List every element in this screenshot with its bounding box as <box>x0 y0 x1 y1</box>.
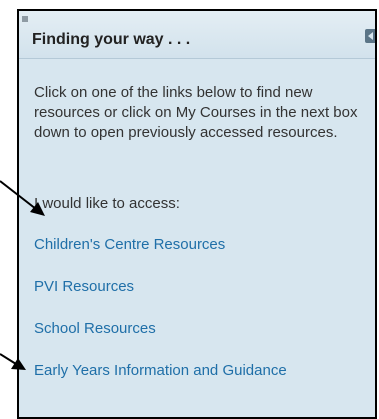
finding-your-way-panel: Finding your way . . . Click on one of t… <box>17 9 377 419</box>
link-pvi-resources[interactable]: PVI Resources <box>34 278 134 295</box>
link-early-years-information-and-guidance[interactable]: Early Years Information and Guidance <box>34 362 287 379</box>
grip-icon[interactable] <box>22 16 28 22</box>
panel-title: Finding your way . . . <box>32 31 191 48</box>
intro-text: Click on one of the links below to find … <box>34 84 358 141</box>
panel-header: Finding your way . . . <box>19 11 375 59</box>
panel-body: Click on one of the links below to find … <box>34 83 364 379</box>
collapse-icon[interactable] <box>365 29 375 43</box>
access-label: I would like to access: <box>34 195 180 212</box>
link-childrens-centre-resources[interactable]: Children's Centre Resources <box>34 236 225 253</box>
link-school-resources[interactable]: School Resources <box>34 320 156 337</box>
